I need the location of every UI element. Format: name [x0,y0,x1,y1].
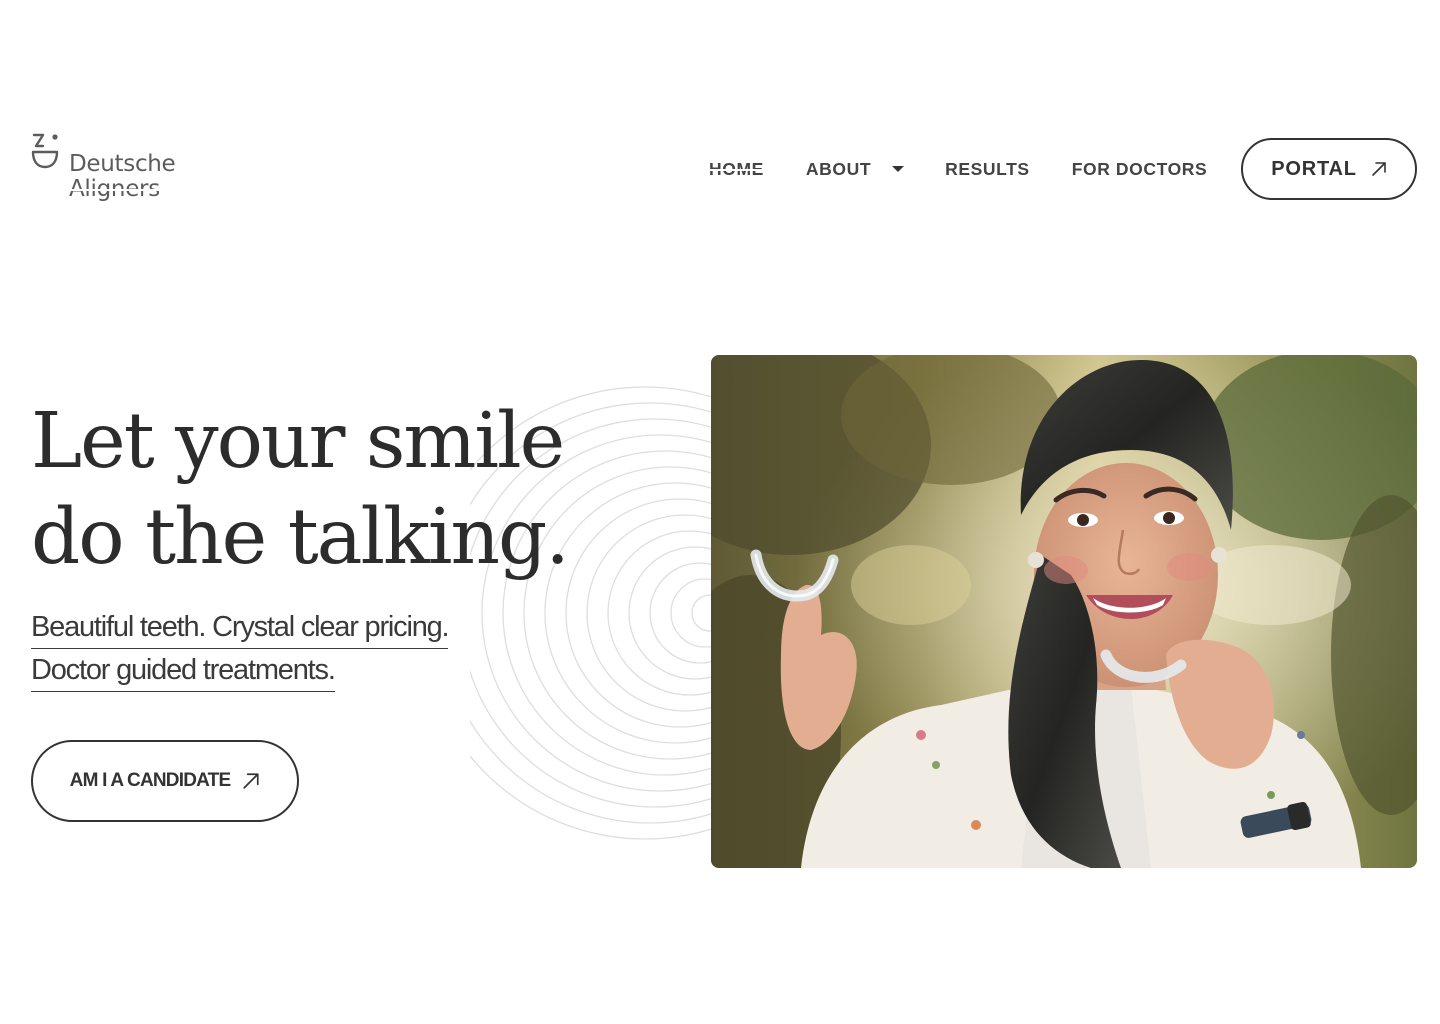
cta-button-label: AM I A CANDIDATE [69,770,231,791]
hero-headline-line1: Let your smile [31,397,565,486]
hero-headline-line2: do the talking. [31,493,570,582]
portal-button[interactable]: PORTAL [1241,138,1417,200]
nav-item-home[interactable]: HOME [709,157,764,181]
hero-subline-pricing: Beautiful teeth. Crystal clear pricing. [31,610,450,649]
hero-headline: Let your smile do the talking. [31,394,631,586]
nav-item-results[interactable]: RESULTS [945,157,1030,181]
nav-item-for-doctors[interactable]: FOR DOCTORS [1072,157,1208,181]
smiling-woman-with-aligner-photo [711,355,1417,868]
brand-logo[interactable]: Deutsche Aligners [31,132,191,204]
arrow-up-right-icon [243,773,259,789]
brand-name-strike [69,189,173,191]
arrow-up-right-icon [1371,162,1386,176]
hero-subline-doctor: Doctor guided treatments. [31,653,336,692]
nav-item-about-label: ABOUT [805,159,872,179]
nav-item-about[interactable]: ABOUT [805,157,905,181]
portal-button-label: PORTAL [1271,157,1357,180]
hero-image [711,355,1417,868]
caret-down-icon [892,166,905,172]
brand-name-line1: Deutsche [69,151,176,177]
main-nav: HOME ABOUT RESULTS FOR DOCTORS [709,157,1207,181]
am-i-a-candidate-button[interactable]: AM I A CANDIDATE [31,740,299,822]
smile-logo-icon [31,133,59,169]
